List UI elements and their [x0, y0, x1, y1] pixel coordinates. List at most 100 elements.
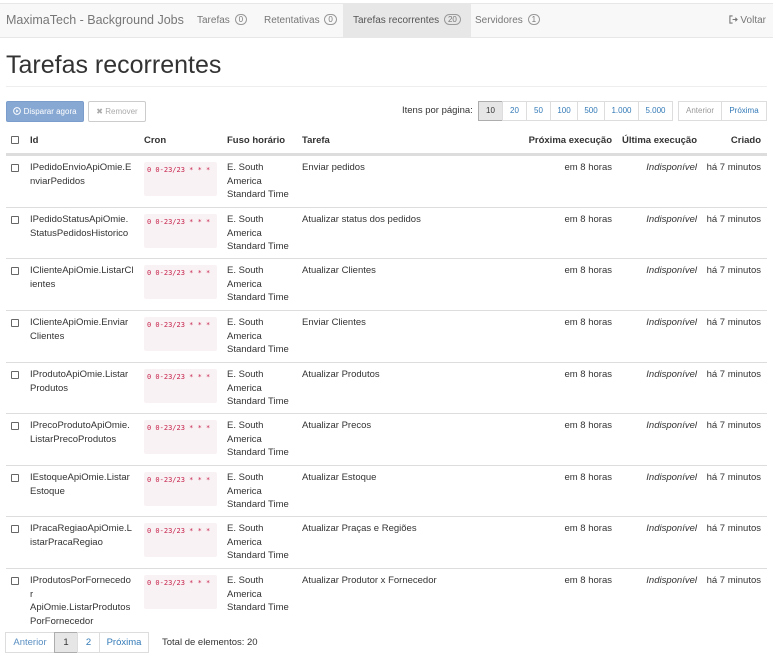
cron-expression: 0 0-23/23 * * *: [144, 420, 217, 454]
sign-out-icon: [729, 15, 738, 24]
job-id-link[interactable]: IPrecoProdutoApiOmie.ListarPrecoProdutos: [30, 419, 134, 446]
created-at: há 7 minutos: [706, 317, 761, 328]
table-row: IPracaRegiaoApiOmie.ListarPracaRegiao 0 …: [6, 516, 767, 568]
job-id-line: PorFornecedor: [30, 615, 94, 627]
last-execution: Indisponível: [646, 420, 697, 431]
nav-servidores[interactable]: Servidores 1: [475, 4, 541, 37]
per-page-option[interactable]: 50: [526, 101, 551, 121]
task-name: Atualizar Estoque: [302, 472, 377, 483]
next-page-button[interactable]: Próxima: [721, 101, 767, 121]
per-page-option[interactable]: 500: [577, 101, 605, 121]
next-page-button[interactable]: Próxima: [99, 632, 149, 653]
timezone: E. South America Standard Time: [227, 369, 289, 407]
row-checkbox[interactable]: [11, 422, 19, 430]
created-at: há 7 minutos: [706, 472, 761, 483]
next-execution: em 8 horas: [564, 214, 612, 225]
last-execution: Indisponível: [646, 523, 697, 534]
col-header-created: Criado: [730, 135, 761, 146]
row-checkbox[interactable]: [11, 525, 19, 533]
task-name: Atualizar Praças e Regiões: [302, 523, 417, 534]
timezone: E. South America Standard Time: [227, 317, 289, 355]
brand[interactable]: MaximaTech - Background Jobs: [6, 13, 184, 27]
per-page-option[interactable]: 20: [502, 101, 527, 121]
next-execution: em 8 horas: [564, 317, 612, 328]
nav-tarefas[interactable]: Tarefas 0: [197, 4, 248, 37]
page-button[interactable]: 1: [54, 632, 78, 653]
job-id-link[interactable]: IPedidoEnvioApiOmie.EnviarPedidos: [30, 161, 134, 188]
last-execution: Indisponível: [646, 317, 697, 328]
timezone: E. South America Standard Time: [227, 265, 289, 303]
job-id-line: ApiOmie.ListarProdutos: [30, 602, 131, 613]
last-execution: Indisponível: [646, 214, 697, 225]
next-execution: em 8 horas: [564, 523, 612, 534]
col-header-task: Tarefa: [302, 135, 330, 146]
table-row: IClienteApiOmie.ListarClientes 0 0-23/23…: [6, 258, 767, 310]
prev-page-button[interactable]: Anterior: [5, 632, 55, 653]
last-execution: Indisponível: [646, 265, 697, 276]
trigger-now-button[interactable]: Disparar agora: [6, 101, 84, 122]
row-checkbox[interactable]: [11, 319, 19, 327]
table-row: IProdutoApiOmie.ListarProdutos 0 0-23/23…: [6, 362, 767, 414]
timezone: E. South America Standard Time: [227, 420, 289, 458]
timezone: E. South America Standard Time: [227, 214, 289, 252]
cron-expression: 0 0-23/23 * * *: [144, 265, 217, 299]
nav-label: Servidores: [475, 15, 523, 26]
next-execution: em 8 horas: [564, 162, 612, 173]
timezone: E. South America Standard Time: [227, 472, 289, 510]
per-page-selector: 10 20 50 100 500 1.000 5.000: [478, 101, 673, 121]
job-id-link[interactable]: IProdutosPorFornecedor ApiOmie.ListarPro…: [30, 574, 134, 628]
table-row: IClienteApiOmie.EnviarClientes 0 0-23/23…: [6, 310, 767, 362]
cron-expression: 0 0-23/23 * * *: [144, 317, 217, 351]
job-id-link[interactable]: IPedidoStatusApiOmie.StatusPedidosHistor…: [30, 213, 134, 240]
cron-expression: 0 0-23/23 * * *: [144, 523, 217, 557]
voltar-link[interactable]: Voltar: [729, 4, 766, 37]
per-page-option[interactable]: 100: [550, 101, 578, 121]
row-checkbox[interactable]: [11, 216, 19, 224]
count-badge: 0: [234, 14, 248, 25]
last-execution: Indisponível: [646, 162, 697, 173]
nav-retentativas[interactable]: Retentativas 0: [264, 4, 337, 37]
task-name: Atualizar Produtos: [302, 369, 380, 380]
cron-expression: 0 0-23/23 * * *: [144, 575, 217, 609]
per-page-option[interactable]: 5.000: [638, 101, 673, 121]
timezone: E. South America Standard Time: [227, 523, 289, 561]
divider: [6, 86, 767, 87]
created-at: há 7 minutos: [706, 162, 761, 173]
nav-label: Tarefas: [197, 15, 230, 26]
col-header-last-execution: Última execução: [622, 135, 697, 146]
nav-label: Retentativas: [264, 15, 320, 26]
row-checkbox[interactable]: [11, 577, 19, 585]
task-name: Atualizar Produtor x Fornecedor: [302, 575, 437, 586]
select-all-checkbox[interactable]: [11, 136, 19, 144]
job-id-link[interactable]: IClienteApiOmie.ListarClientes: [30, 264, 134, 291]
last-execution: Indisponível: [646, 472, 697, 483]
row-checkbox[interactable]: [11, 267, 19, 275]
job-id-link[interactable]: IEstoqueApiOmie.ListarEstoque: [30, 471, 134, 498]
close-icon: ✖: [96, 107, 103, 116]
cron-expression: 0 0-23/23 * * *: [144, 369, 217, 403]
next-execution: em 8 horas: [564, 369, 612, 380]
timezone: E. South America Standard Time: [227, 162, 289, 200]
remove-button[interactable]: ✖ Remover: [88, 101, 146, 122]
task-name: Enviar Clientes: [302, 317, 366, 328]
created-at: há 7 minutos: [706, 575, 761, 586]
next-execution: em 8 horas: [564, 472, 612, 483]
per-page-option[interactable]: 1.000: [604, 101, 639, 121]
job-id-link[interactable]: IClienteApiOmie.EnviarClientes: [30, 316, 134, 343]
job-id-link[interactable]: IProdutoApiOmie.ListarProdutos: [30, 368, 134, 395]
last-execution: Indisponível: [646, 575, 697, 586]
row-checkbox[interactable]: [11, 371, 19, 379]
voltar-label: Voltar: [740, 15, 766, 26]
table-row: IPrecoProdutoApiOmie.ListarPrecoProdutos…: [6, 413, 767, 465]
per-page-option[interactable]: 10: [478, 101, 503, 121]
total-count: Total de elementos: 20: [162, 637, 258, 648]
nav-tarefas-recorrentes[interactable]: Tarefas recorrentes 20: [343, 4, 471, 37]
row-checkbox[interactable]: [11, 164, 19, 172]
trigger-now-label: Disparar agora: [23, 107, 77, 116]
last-execution: Indisponível: [646, 369, 697, 380]
page-button[interactable]: 2: [77, 632, 100, 653]
job-id-link[interactable]: IPracaRegiaoApiOmie.ListarPracaRegiao: [30, 522, 134, 549]
prev-page-button[interactable]: Anterior: [678, 101, 722, 121]
row-checkbox[interactable]: [11, 474, 19, 482]
task-name: Atualizar Clientes: [302, 265, 376, 276]
